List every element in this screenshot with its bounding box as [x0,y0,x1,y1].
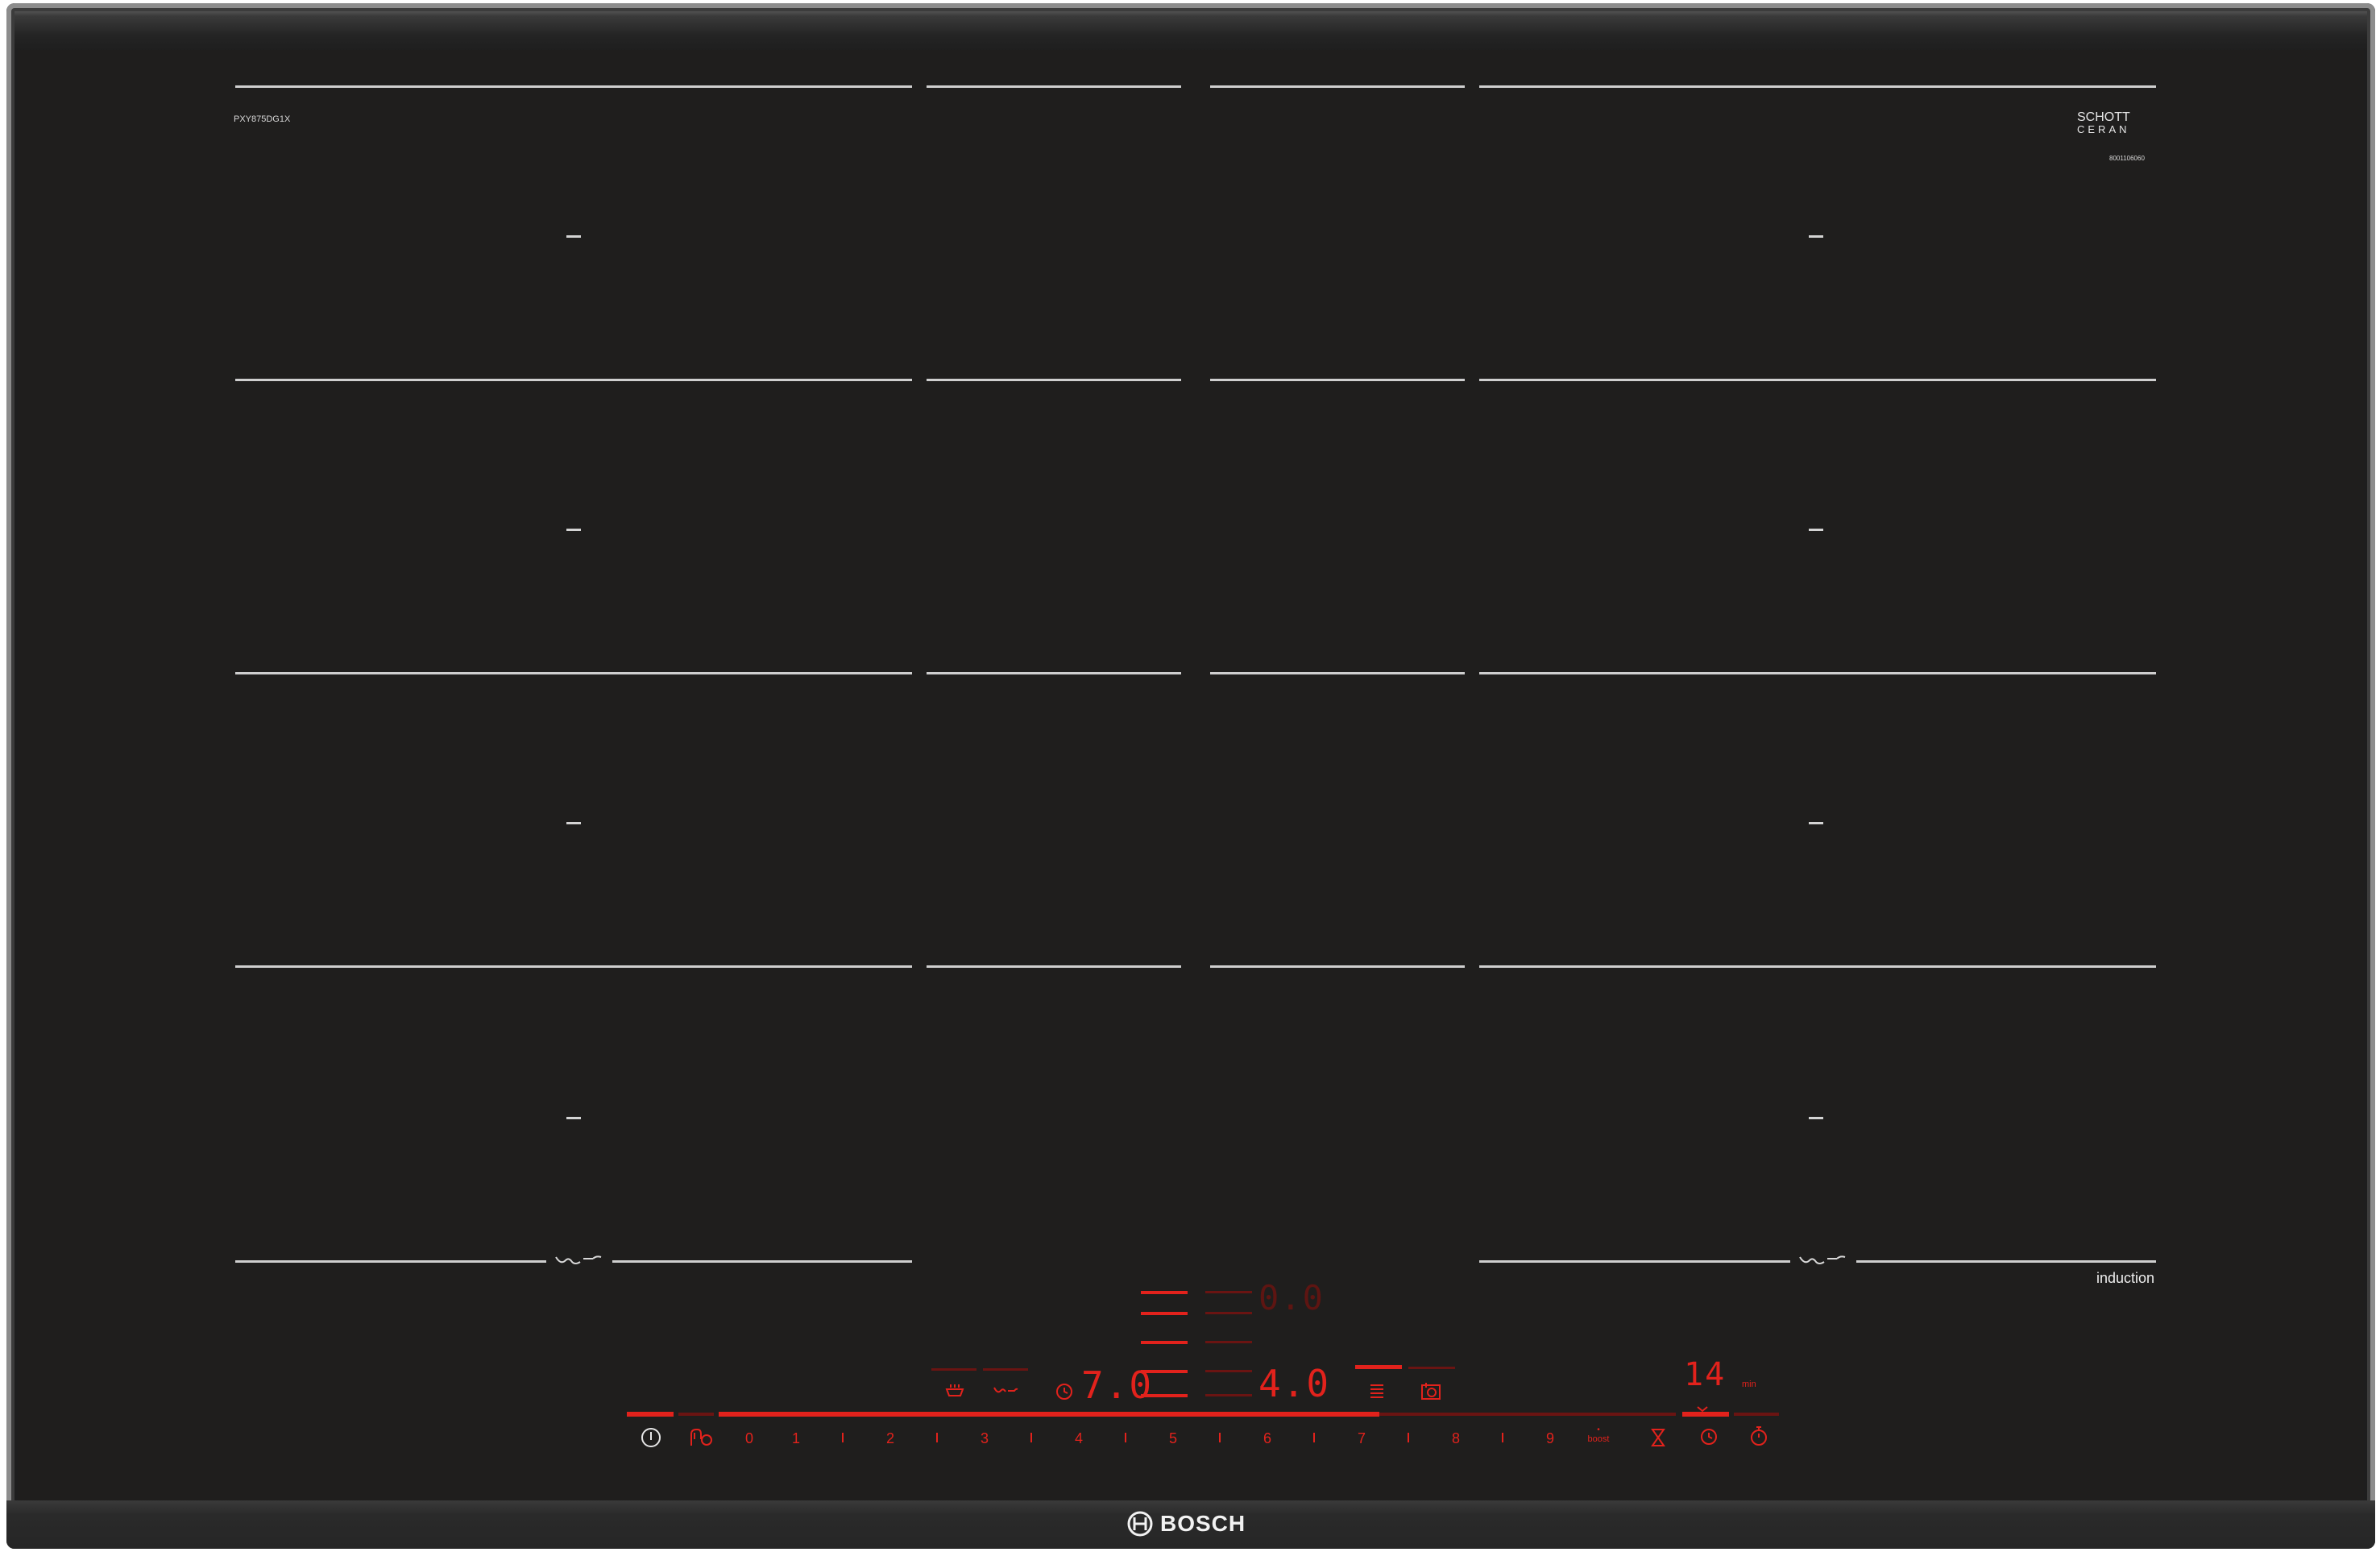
power-level-4[interactable]: 4 [1067,1431,1091,1446]
power-level-9[interactable]: 9 [1538,1431,1562,1446]
zone-center-mark [1809,822,1823,824]
zone-indicator-bar [1205,1370,1252,1372]
zone-divider-line [927,965,1181,968]
power-level-1[interactable]: 1 [784,1431,808,1446]
zone-divider-line [1856,1260,2156,1263]
power-level-2[interactable]: 2 [878,1431,902,1446]
zone-divider-line [1210,379,1465,381]
power-slider-active[interactable] [719,1412,1379,1417]
induction-label: induction [2096,1270,2155,1286]
zone-divider-line [1479,379,2156,381]
power-slider-track[interactable] [1379,1413,1634,1416]
power-level-3[interactable]: 3 [972,1431,997,1446]
half-step-mark [1313,1433,1315,1442]
zone-center-mark [566,529,581,531]
power-level-0[interactable]: 0 [737,1431,761,1446]
zone-center-mark [566,822,581,824]
stopwatch-icon[interactable] [1748,1425,1769,1447]
zone-center-mark [566,235,581,238]
zone-indicator-bar [1205,1312,1252,1314]
boost-button[interactable]: • boost [1581,1425,1616,1445]
function-bar-active [1355,1365,1402,1369]
zone-center-mark [1809,529,1823,531]
glass-serial: 8001106060 [2109,155,2145,162]
function-bar [1631,1413,1676,1416]
bottom-frame: BOSCH [6,1500,2375,1549]
pan-sensor-icon [553,1252,609,1268]
zone-divider-line [927,379,1181,381]
power-level-5[interactable]: 5 [1161,1431,1185,1446]
zone-divider-line [235,379,912,381]
zone-indicator-bar [1141,1291,1188,1294]
induction-hob: PXY875DG1X SCHOTT CERAN 8001106060 induc… [6,3,2375,1549]
zone-divider-line [1210,672,1465,674]
zone-divider-line [1479,965,2156,968]
child-lock-icon[interactable] [686,1425,714,1449]
zone-divider-line [927,672,1181,674]
zone-divider-line [612,1260,912,1263]
power-level-8[interactable]: 8 [1444,1431,1468,1446]
zone-display-top: 0.0 [1258,1278,1325,1318]
zone-divider-line [235,1260,546,1263]
function-bar [1408,1367,1455,1369]
zone-divider-line [1479,1260,1790,1263]
pot-icon[interactable] [943,1383,967,1399]
half-step-mark [1502,1433,1503,1442]
zone-center-mark [1809,235,1823,238]
zone-divider-line [235,672,912,674]
zone-center-mark [1809,1117,1823,1119]
half-step-mark [1125,1433,1126,1442]
schott-ceran-logo: SCHOTT CERAN [2077,110,2130,135]
zone-divider-line [1479,672,2156,674]
timer-unit: min [1742,1380,1756,1389]
clock-icon[interactable] [1698,1426,1719,1447]
zone-divider-line [1210,965,1465,968]
boost-label: boost [1587,1434,1610,1444]
boost-icon: • [1597,1425,1600,1434]
schott-label: SCHOTT [2077,110,2130,124]
pan-sensor-icon [1797,1252,1853,1268]
zone-divider-line [1210,85,1465,88]
zone-divider-line [927,85,1181,88]
power-level-6[interactable]: 6 [1255,1431,1279,1446]
bosch-logo-icon [1126,1510,1154,1537]
zone-divider-line [1479,85,2156,88]
glass-surface: PXY875DG1X SCHOTT CERAN 8001106060 induc… [18,50,2364,1500]
zone-indicator-bar [1141,1341,1188,1344]
half-step-mark [936,1433,938,1442]
power-level-7[interactable]: 7 [1350,1431,1374,1446]
half-step-mark [1408,1433,1409,1442]
half-step-mark [1030,1433,1032,1442]
zone-divider-line [235,85,912,88]
brand-name: BOSCH [1160,1511,1246,1536]
zone-indicator-bar [1205,1341,1252,1343]
move-mode-icon[interactable] [1420,1381,1442,1402]
zone-center-mark [566,1117,581,1119]
hourglass-icon[interactable] [1650,1428,1666,1447]
zone-indicator-bar [1205,1291,1252,1293]
flexzone-icon[interactable] [1368,1383,1386,1402]
zone-power-display: 4.0 [1258,1362,1331,1405]
half-step-mark [1219,1433,1221,1442]
zone-timer-icon[interactable] [1054,1381,1075,1402]
chevron-down-icon [1697,1402,1708,1413]
pan-sensor-mode-icon[interactable] [993,1384,1018,1397]
zone-indicator-bar [1141,1312,1188,1315]
function-bar [983,1368,1028,1371]
zone-divider-line [235,965,912,968]
timer-display: 14 [1684,1356,1727,1393]
zone-indicator-bar [1205,1394,1252,1396]
power-indicator [627,1412,674,1417]
half-step-mark [842,1433,844,1442]
function-bar [678,1413,714,1416]
function-bar [1734,1413,1779,1416]
model-code: PXY875DG1X [234,114,291,124]
function-bar [931,1368,976,1371]
ceran-label: CERAN [2077,123,2130,135]
timer-bar-active [1682,1412,1729,1417]
power-icon[interactable] [640,1426,662,1449]
zone-power-display-left: 7.0 [1081,1363,1154,1407]
